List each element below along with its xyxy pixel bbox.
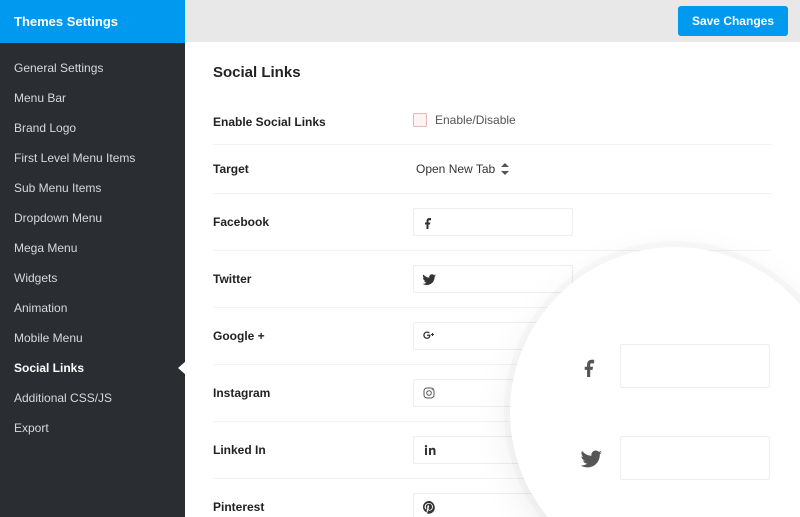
pinterest-icon <box>422 500 436 514</box>
settings-content: Social Links Enable Social Links Enable/… <box>185 42 800 517</box>
row-enable-social-links: Enable Social Links Enable/Disable <box>213 99 772 145</box>
facebook-icon <box>580 355 602 377</box>
zoom-twitter-input <box>620 436 770 480</box>
sidebar-item-brand-logo[interactable]: Brand Logo <box>0 113 185 143</box>
twitter-icon <box>422 272 436 286</box>
target-select-value: Open New Tab <box>416 162 495 176</box>
enable-social-links-label: Enable Social Links <box>213 99 413 145</box>
sidebar-item-widgets[interactable]: Widgets <box>0 263 185 293</box>
target-select[interactable]: Open New Tab <box>413 159 512 179</box>
sidebar-item-animation[interactable]: Animation <box>0 293 185 323</box>
facebook-input[interactable] <box>413 208 573 236</box>
sidebar-item-mobile-menu[interactable]: Mobile Menu <box>0 323 185 353</box>
sidebar-title: Themes Settings <box>0 0 185 43</box>
zoom-facebook-row <box>580 344 770 388</box>
instagram-label: Instagram <box>213 365 413 422</box>
zoom-facebook-input <box>620 344 770 388</box>
linkedin-icon <box>422 443 436 457</box>
linkedin-label: Linked In <box>213 422 413 479</box>
sidebar-item-dropdown-menu[interactable]: Dropdown Menu <box>0 203 185 233</box>
sidebar-item-menu-bar[interactable]: Menu Bar <box>0 83 185 113</box>
topbar: Save Changes <box>185 0 800 42</box>
googleplus-icon <box>422 329 436 343</box>
save-changes-button[interactable]: Save Changes <box>678 6 788 36</box>
enable-social-links-checkbox-label: Enable/Disable <box>435 113 516 127</box>
row-target: Target Open New Tab <box>213 145 772 194</box>
enable-social-links-checkbox[interactable]: Enable/Disable <box>413 113 516 127</box>
sidebar-item-sub-menu-items[interactable]: Sub Menu Items <box>0 173 185 203</box>
sidebar-item-first-level-menu-items[interactable]: First Level Menu Items <box>0 143 185 173</box>
page-title: Social Links <box>213 64 772 81</box>
sidebar-item-general-settings[interactable]: General Settings <box>0 53 185 83</box>
checkbox-icon <box>413 113 427 127</box>
facebook-icon <box>422 215 436 229</box>
instagram-icon <box>422 386 436 400</box>
googleplus-label: Google + <box>213 308 413 365</box>
main-panel: Save Changes Social Links Enable Social … <box>185 0 800 517</box>
row-facebook: Facebook <box>213 194 772 251</box>
settings-sidebar: Themes Settings General Settings Menu Ba… <box>0 0 185 517</box>
facebook-label: Facebook <box>213 194 413 251</box>
sidebar-item-social-links[interactable]: Social Links <box>0 353 185 383</box>
pinterest-label: Pinterest <box>213 479 413 517</box>
twitter-icon <box>580 447 602 469</box>
select-sort-icon <box>501 163 509 175</box>
zoom-twitter-row <box>580 436 770 480</box>
sidebar-nav: General Settings Menu Bar Brand Logo Fir… <box>0 43 185 453</box>
sidebar-item-export[interactable]: Export <box>0 413 185 443</box>
sidebar-item-mega-menu[interactable]: Mega Menu <box>0 233 185 263</box>
sidebar-item-additional-css-js[interactable]: Additional CSS/JS <box>0 383 185 413</box>
target-label: Target <box>213 145 413 194</box>
twitter-label: Twitter <box>213 251 413 308</box>
twitter-input[interactable] <box>413 265 573 293</box>
